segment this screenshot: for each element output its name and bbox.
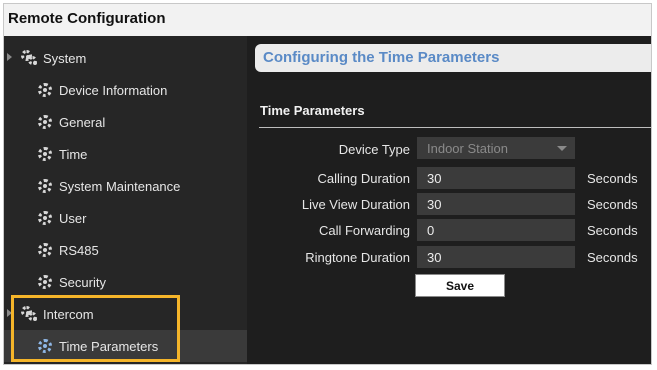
save-button[interactable]: Save [415,274,505,297]
main-panel: Configuring the Time Parameters Time Par… [247,36,651,364]
device-type-label: Device Type [338,142,410,157]
sidebar-item-general[interactable]: General [4,106,247,138]
sidebar-item-user[interactable]: User [4,202,247,234]
calling-duration-unit: Seconds [587,171,638,186]
intercom-settings-icon [21,306,37,321]
sidebar-item-label: System Maintenance [59,178,181,194]
sidebar-item-label: Device Information [59,82,168,98]
sidebar-item-label: User [59,210,87,226]
remote-configuration-window: Remote Configuration System Device Infor… [3,3,652,365]
expand-caret-icon[interactable] [7,309,12,317]
page-header: Configuring the Time Parameters [255,44,651,72]
section-divider [259,127,651,128]
tree-node-intercom[interactable]: Intercom [4,298,247,330]
gear-icon [38,243,52,257]
sidebar-item-label: Time [59,146,88,162]
call-forwarding-input[interactable]: 0 [417,219,575,241]
expand-caret-icon[interactable] [7,53,12,61]
sidebar-item-time-parameters[interactable]: Time Parameters [4,330,247,362]
call-forwarding-unit: Seconds [587,223,638,238]
gear-icon [38,83,52,97]
tree-node-system[interactable]: System [4,42,247,74]
page-title: Configuring the Time Parameters [263,49,500,66]
sidebar-item-label: Security [59,274,106,290]
live-view-duration-label: Live View Duration [301,197,410,212]
sidebar-item-label: Time Parameters [59,338,159,354]
live-view-duration-unit: Seconds [587,197,638,212]
sidebar-item-rs485[interactable]: RS485 [4,234,247,266]
sidebar-tree: System Device Information General Time S… [4,36,247,364]
gear-icon [38,179,52,193]
sidebar-item-time[interactable]: Time [4,138,247,170]
device-type-select[interactable]: Indoor Station [417,137,575,159]
gear-icon [38,339,52,353]
gear-icon [38,211,52,225]
tree-node-label: System [43,50,87,66]
ringtone-duration-unit: Seconds [587,250,638,265]
system-settings-icon [21,50,37,65]
sidebar-item-device-information[interactable]: Device Information [4,74,247,106]
section-title: Time Parameters [260,103,365,118]
calling-duration-label: Calling Duration [317,171,411,186]
sidebar-item-security[interactable]: Security [4,266,247,298]
tree-node-label: Intercom [43,306,94,322]
sidebar-item-label: General [59,114,106,130]
ringtone-duration-input[interactable]: 30 [417,246,575,268]
ringtone-duration-label: Ringtone Duration [305,250,410,265]
window-title: Remote Configuration [8,10,166,27]
live-view-duration-input[interactable]: 30 [417,193,575,215]
call-forwarding-label: Call Forwarding [318,223,410,238]
chevron-down-icon [557,146,567,151]
title-bar: Remote Configuration [4,4,651,37]
gear-icon [38,147,52,161]
gear-icon [38,275,52,289]
sidebar-item-system-maintenance[interactable]: System Maintenance [4,170,247,202]
gear-icon [38,115,52,129]
sidebar-item-label: RS485 [59,242,99,258]
device-type-value: Indoor Station [427,140,508,156]
calling-duration-input[interactable]: 30 [417,167,575,189]
